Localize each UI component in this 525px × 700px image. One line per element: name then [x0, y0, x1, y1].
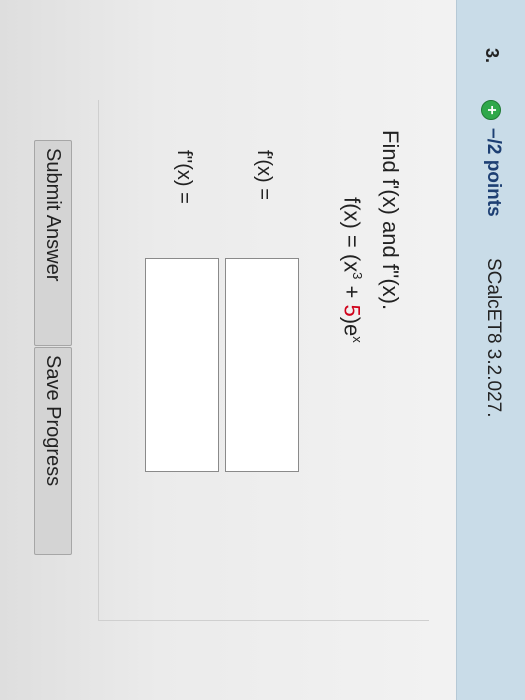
- equation-e-exponent: x: [350, 336, 365, 343]
- equation-rhs: )e: [339, 316, 365, 337]
- submit-answer-button[interactable]: Submit Answer: [34, 140, 72, 346]
- first-derivative-input[interactable]: [225, 258, 299, 472]
- function-equation: f(x) = (x3 + 5)ex: [339, 197, 365, 343]
- question-number: 3.: [482, 48, 502, 64]
- save-progress-button[interactable]: Save Progress: [34, 347, 72, 555]
- second-derivative-input[interactable]: [145, 258, 219, 472]
- equation-plus: +: [339, 279, 365, 305]
- plus-circle-icon[interactable]: +: [481, 100, 501, 120]
- first-derivative-label: f'(x) =: [253, 150, 275, 200]
- question-prompt: Find f'(x) and f''(x).: [378, 130, 403, 311]
- equation-lhs: f(x) = (x: [339, 197, 365, 273]
- question-header: 3. + –/2 points SCalcET8 3.2.027.: [456, 0, 525, 700]
- points-label: –/2 points: [483, 128, 504, 217]
- second-derivative-label: f''(x) =: [173, 150, 195, 204]
- equation-constant: 5: [339, 304, 365, 317]
- question-source: SCalcET8 3.2.027.: [483, 258, 504, 418]
- question-page: 3. + –/2 points SCalcET8 3.2.027. Find f…: [0, 0, 525, 700]
